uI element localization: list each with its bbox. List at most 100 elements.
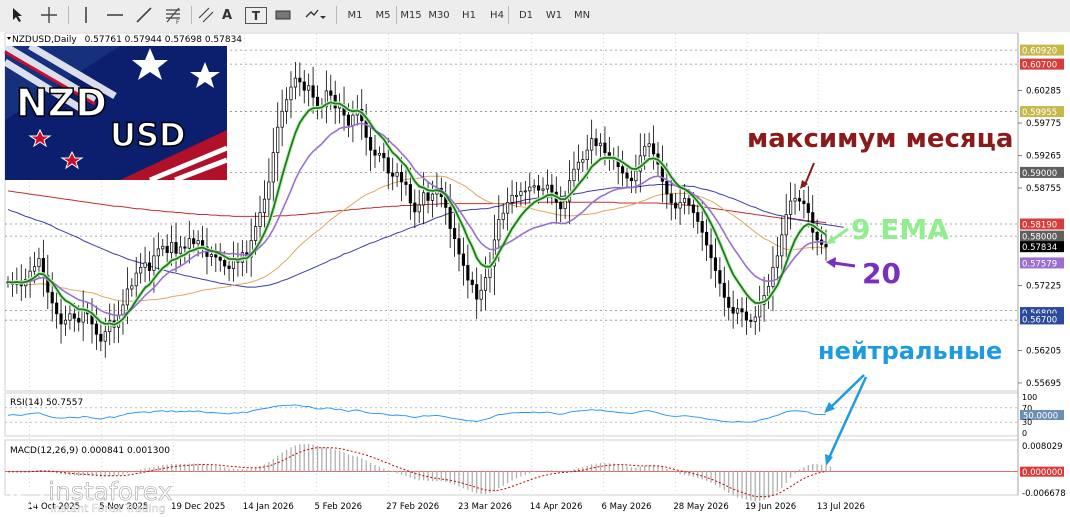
- candle-body: [603, 142, 607, 154]
- candle-body: [214, 254, 218, 258]
- candle-body: [72, 313, 76, 319]
- date-tick-label: 27 Feb 2026: [386, 502, 439, 512]
- candle-body: [315, 96, 320, 108]
- timeframe-m15[interactable]: M15: [398, 5, 424, 25]
- candle-body: [81, 310, 85, 323]
- shapes-dropdown-icon[interactable]: [302, 5, 328, 25]
- price-tick-label: 0.58755: [1026, 184, 1061, 194]
- rsi-title: RSI(14) 50.7557: [10, 398, 83, 408]
- candle-body: [298, 77, 302, 83]
- candle-body: [59, 313, 63, 325]
- candle-body: [545, 184, 550, 190]
- candle-body: [506, 201, 510, 214]
- candle-body: [391, 172, 395, 177]
- text-icon[interactable]: A: [217, 5, 237, 25]
- candle-body: [280, 110, 284, 128]
- candle-body: [373, 149, 377, 156]
- candle-body: [722, 282, 726, 298]
- candle-body: [161, 245, 165, 250]
- channel-icon[interactable]: [195, 5, 217, 25]
- candle-body: [802, 200, 806, 204]
- price-tick-label: 0.59775: [1026, 119, 1061, 129]
- candle-body: [789, 200, 793, 215]
- candle-body: [254, 226, 258, 241]
- vertical-line-icon[interactable]: [76, 5, 96, 25]
- price-label-0.58000: 0.58000: [1022, 233, 1057, 243]
- pair-flag-badge: NZD USD: [3, 42, 228, 183]
- timeframe-w1[interactable]: W1: [541, 5, 567, 25]
- cursor-icon[interactable]: [8, 5, 28, 25]
- candle-body: [651, 143, 656, 155]
- text-label-icon[interactable]: T: [245, 7, 267, 24]
- candle-body: [669, 193, 673, 204]
- candle-body: [218, 256, 222, 261]
- rectangle-icon[interactable]: [272, 5, 294, 25]
- candle-body: [598, 142, 603, 147]
- trendline-icon[interactable]: [133, 5, 155, 25]
- candle-body: [806, 203, 810, 213]
- candle-body: [329, 90, 333, 96]
- timeframe-mn[interactable]: MN: [569, 5, 595, 25]
- rsi-tick-label: 0: [1022, 429, 1027, 438]
- timeframe-h4[interactable]: H4: [484, 5, 510, 25]
- timeframe-d1[interactable]: D1: [513, 5, 539, 25]
- price-tick-label: 0.60285: [1026, 87, 1061, 97]
- candle-body: [183, 246, 187, 249]
- candle-body: [824, 244, 828, 248]
- candle-body: [572, 168, 576, 182]
- candle-body: [736, 308, 740, 314]
- candle-body: [386, 157, 390, 174]
- candle-body: [50, 291, 54, 304]
- timeframe-label: H4: [490, 9, 504, 21]
- candle-body: [174, 242, 178, 254]
- chart-area: 0.60920 0.60700 0.60285 0.599550.59775 0.592…: [0, 32, 1070, 517]
- candle-body: [700, 221, 704, 233]
- fibonacci-icon[interactable]: F: [162, 5, 184, 25]
- candle-body: [665, 180, 669, 195]
- candle-body: [258, 212, 262, 227]
- candle-body: [523, 190, 527, 193]
- candle-body: [413, 202, 417, 213]
- candle-body: [718, 270, 722, 284]
- timeframe-m5[interactable]: M5: [370, 5, 396, 25]
- date-tick-label: 14 Apr 2026: [530, 502, 583, 512]
- date-tick-label: 14 Jan 2026: [243, 502, 294, 512]
- timeframe-m30[interactable]: M30: [426, 5, 452, 25]
- rsi-tick-label: 30: [1022, 418, 1032, 427]
- horizontal-line-icon[interactable]: [104, 5, 126, 25]
- candle-body: [629, 177, 634, 182]
- candle-body: [267, 181, 271, 200]
- candle-body: [422, 192, 426, 206]
- macd-tick-label: 0.000000: [1022, 468, 1063, 478]
- price-header: NZDUSD,Daily 0.57761 0.57944 0.57698 0.5…: [12, 35, 242, 45]
- candle-body: [780, 234, 784, 257]
- candle-body: [625, 172, 629, 179]
- svg-text:F: F: [176, 19, 180, 24]
- candle-body: [63, 319, 68, 325]
- candle-body: [576, 161, 580, 170]
- candle-body: [740, 308, 744, 313]
- annotation-monthly-high: максимум месяца: [747, 124, 1013, 154]
- timeframe-h1[interactable]: H1: [456, 5, 482, 25]
- candle-body: [284, 99, 289, 112]
- candle-body: [448, 207, 452, 229]
- timeframe-m1[interactable]: M1: [342, 5, 368, 25]
- price-label-0.60700: 0.60700: [1022, 61, 1057, 71]
- candle-body: [55, 302, 59, 315]
- timeframe-label: M1: [347, 9, 363, 21]
- candle-body: [682, 198, 687, 203]
- ohlc-values: 0.57761 0.57944 0.57698 0.57834: [85, 35, 243, 45]
- date-tick-label: 19 Dec 2025: [171, 502, 225, 512]
- candle-body: [130, 285, 134, 290]
- macd-tick-label: -0.006678: [1022, 489, 1066, 499]
- candle-body: [483, 277, 488, 291]
- candle-body: [590, 138, 594, 151]
- timeframe-label: D1: [518, 9, 534, 21]
- crosshair-icon[interactable]: [38, 5, 60, 25]
- candle-body: [99, 333, 103, 342]
- candle-body: [170, 242, 174, 254]
- quote-currency-label: USD: [110, 116, 186, 154]
- candle-body: [479, 289, 483, 300]
- candle-body: [643, 145, 647, 157]
- candle-body: [532, 185, 536, 188]
